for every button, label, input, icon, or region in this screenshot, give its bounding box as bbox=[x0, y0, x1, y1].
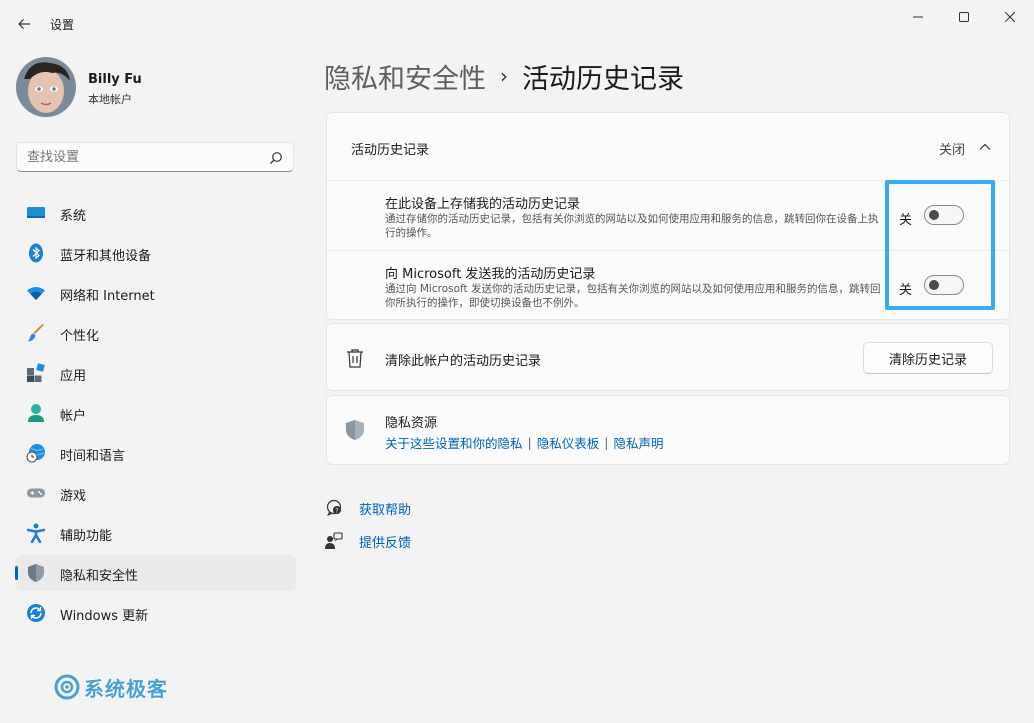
sidebar-item-label: 网络和 Internet bbox=[60, 289, 155, 304]
sidebar-item-label: 帐户 bbox=[60, 409, 87, 424]
sidebar-item-system[interactable]: 系统 bbox=[16, 195, 296, 231]
card-state: 关闭 bbox=[938, 143, 965, 158]
close-icon bbox=[1005, 12, 1015, 22]
accessibility-icon bbox=[26, 523, 46, 543]
search-box[interactable] bbox=[16, 142, 294, 172]
get-help-link[interactable]: 获取帮助 bbox=[359, 499, 411, 518]
gamepad-icon bbox=[26, 484, 46, 502]
trash-icon bbox=[345, 348, 365, 368]
sidebar-item-privacy-security[interactable]: 隐私和安全性 bbox=[15, 555, 296, 591]
sidebar-item-label: 时间和语言 bbox=[60, 449, 126, 464]
sidebar-item-gaming[interactable]: 游戏 bbox=[16, 475, 296, 511]
breadcrumb-parent[interactable]: 隐私和安全性 bbox=[324, 57, 486, 96]
sidebar-item-time-language[interactable]: 时间和语言 bbox=[16, 435, 296, 471]
sidebar-item-personalization[interactable]: 个性化 bbox=[16, 315, 296, 351]
sidebar-item-windows-update[interactable]: Windows 更新 bbox=[16, 595, 296, 631]
sidebar-item-label: 蓝牙和其他设备 bbox=[60, 249, 152, 264]
maximize-icon bbox=[959, 12, 969, 22]
title-bar: 设置 bbox=[0, 0, 1034, 46]
paintbrush-icon bbox=[26, 324, 46, 342]
app-title: 设置 bbox=[50, 18, 75, 32]
sidebar-item-accounts[interactable]: 帐户 bbox=[16, 395, 296, 431]
active-indicator bbox=[15, 566, 18, 580]
setting-description: 通过存储你的活动历史记录，包括有关你浏览的网站以及如何使用应用和服务的信息，跳转… bbox=[385, 213, 879, 239]
setting-description: 通过向 Microsoft 发送你的活动历史记录，包括有关你浏览的网站以及如何使… bbox=[385, 283, 881, 309]
close-button[interactable] bbox=[989, 6, 1031, 28]
shield-icon bbox=[26, 564, 46, 582]
sidebar-item-bluetooth[interactable]: 蓝牙和其他设备 bbox=[16, 235, 296, 271]
svg-text:?: ? bbox=[335, 508, 338, 515]
sidebar-item-label: 隐私和安全性 bbox=[60, 569, 139, 584]
watermark-text: 系统极客 bbox=[84, 676, 168, 701]
feedback-icon bbox=[324, 531, 344, 551]
clear-history-card: 清除此帐户的活动历史记录 清除历史记录 bbox=[326, 323, 1010, 391]
sidebar-item-label: 游戏 bbox=[60, 489, 87, 504]
privacy-resources-card: 隐私资源 关于这些设置和你的隐私 | 隐私仪表板 | 隐私声明 bbox=[326, 395, 1010, 465]
setting-title: 向 Microsoft 发送我的活动历史记录 bbox=[385, 267, 596, 282]
monitor-icon bbox=[26, 204, 46, 222]
privacy-resources-title: 隐私资源 bbox=[385, 416, 438, 431]
search-icon[interactable] bbox=[269, 151, 283, 165]
sidebar-item-network[interactable]: 网络和 Internet bbox=[16, 275, 296, 311]
clear-history-title: 清除此帐户的活动历史记录 bbox=[385, 354, 542, 369]
maximize-button[interactable] bbox=[943, 6, 985, 28]
minimize-icon bbox=[913, 16, 923, 18]
sidebar-item-label: Windows 更新 bbox=[60, 609, 149, 624]
sidebar-item-apps[interactable]: 应用 bbox=[16, 355, 296, 391]
chevron-up-icon[interactable] bbox=[977, 139, 993, 155]
breadcrumb: 隐私和安全性 › 活动历史记录 bbox=[324, 56, 684, 96]
sidebar-item-accessibility[interactable]: 辅助功能 bbox=[16, 515, 296, 551]
activity-history-expander[interactable]: 活动历史记录 关闭 bbox=[327, 113, 1009, 181]
get-help-row: ? 获取帮助 bbox=[324, 496, 411, 520]
privacy-settings-link[interactable]: 关于这些设置和你的隐私 bbox=[385, 433, 523, 452]
sidebar-item-label: 个性化 bbox=[60, 329, 100, 344]
feedback-link[interactable]: 提供反馈 bbox=[359, 532, 411, 551]
back-button[interactable] bbox=[10, 10, 38, 38]
globe-clock-icon bbox=[26, 444, 46, 463]
windows-update-icon bbox=[26, 604, 46, 622]
sidebar-item-label: 应用 bbox=[60, 369, 87, 384]
watermark: 系统极客 bbox=[54, 674, 168, 701]
card-title: 活动历史记录 bbox=[351, 143, 430, 158]
link-separator: | bbox=[527, 435, 532, 450]
user-profile[interactable]: Billy Fu 本地帐户 bbox=[16, 57, 296, 117]
account-type: 本地帐户 bbox=[88, 93, 132, 106]
watermark-logo-icon bbox=[54, 674, 80, 700]
feedback-row: 提供反馈 bbox=[324, 529, 411, 553]
privacy-dashboard-link[interactable]: 隐私仪表板 bbox=[537, 433, 600, 452]
avatar bbox=[16, 57, 76, 117]
privacy-resources-links: 关于这些设置和你的隐私 | 隐私仪表板 | 隐私声明 bbox=[385, 433, 663, 452]
user-name: Billy Fu bbox=[88, 72, 142, 87]
breadcrumb-separator: › bbox=[500, 64, 508, 88]
page-title: 活动历史记录 bbox=[522, 63, 684, 95]
sidebar-item-label: 系统 bbox=[60, 209, 87, 224]
link-separator: | bbox=[604, 435, 609, 450]
sidebar-nav: 系统 蓝牙和其他设备 网络和 Internet 个性化 应用 帐户 时间和语言 … bbox=[15, 195, 296, 635]
bluetooth-icon bbox=[26, 243, 46, 263]
clear-history-button[interactable]: 清除历史记录 bbox=[863, 342, 993, 374]
wifi-icon bbox=[26, 284, 46, 302]
privacy-statement-link[interactable]: 隐私声明 bbox=[613, 433, 663, 452]
search-input[interactable] bbox=[27, 148, 257, 166]
setting-title: 在此设备上存储我的活动历史记录 bbox=[385, 197, 581, 212]
person-icon bbox=[26, 404, 46, 422]
minimize-button[interactable] bbox=[897, 6, 939, 28]
help-icon: ? bbox=[324, 498, 344, 518]
shield-icon bbox=[345, 420, 365, 440]
arrow-left-icon bbox=[18, 19, 30, 29]
apps-icon bbox=[26, 363, 46, 382]
sidebar-item-label: 辅助功能 bbox=[60, 529, 113, 544]
highlight-box bbox=[885, 180, 995, 310]
